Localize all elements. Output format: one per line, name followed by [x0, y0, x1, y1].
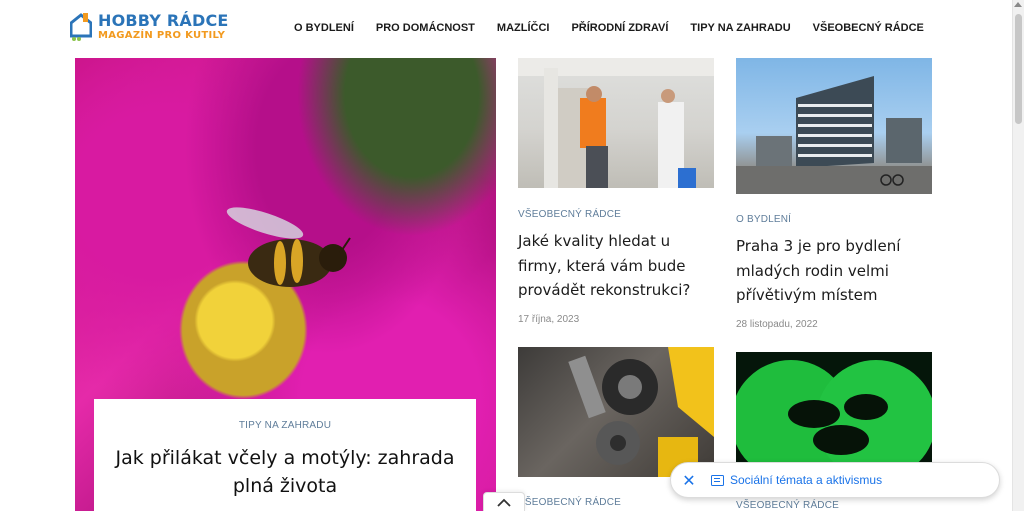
article-icon	[711, 474, 724, 486]
house-logo-icon	[69, 12, 93, 42]
post-title[interactable]: Jaké kvality hledat u firmy, která vám b…	[518, 229, 714, 303]
post-card[interactable]: O BYDLENÍ Praha 3 je pro bydlení mladých…	[736, 58, 932, 330]
site-logo[interactable]: HOBBY RÁDCE MAGAZÍN PRO KUTILY	[69, 11, 229, 42]
post-image-night-vision[interactable]	[736, 352, 932, 479]
chip-label[interactable]: Sociální témata a aktivismus	[730, 473, 882, 487]
bee-illustration	[226, 207, 351, 287]
post-category[interactable]: VŠEOBECNÝ RÁDCE	[518, 497, 714, 508]
main-nav: O BYDLENÍ PRO DOMÁCNOST MAZLÍČCI PŘÍRODN…	[294, 22, 946, 34]
page-scrollbar[interactable]	[1012, 0, 1024, 511]
nav-item-vseobecny-radce[interactable]: VŠEOBECNÝ RÁDCE	[813, 22, 924, 34]
logo-title: HOBBY RÁDCE	[98, 11, 229, 30]
nav-item-pro-domacnost[interactable]: PRO DOMÁCNOST	[376, 22, 475, 34]
site-header: HOBBY RÁDCE MAGAZÍN PRO KUTILY O BYDLENÍ…	[0, 0, 1012, 58]
close-icon[interactable]: ✕	[671, 462, 707, 498]
post-date: 17 října, 2023	[518, 313, 580, 325]
nav-item-tipy-na-zahradu[interactable]: TIPY NA ZAHRADU	[690, 22, 790, 34]
post-date: 28 listopadu, 2022	[736, 318, 818, 330]
hero-category[interactable]: TIPY NA ZAHRADU	[94, 420, 476, 431]
logo-subtitle: MAGAZÍN PRO KUTILY	[98, 30, 226, 41]
nav-item-prirodni-zdravi[interactable]: PŘÍRODNÍ ZDRAVÍ	[571, 22, 668, 34]
scrollbar-thumb[interactable]	[1015, 14, 1022, 124]
scroll-up-arrow-icon[interactable]	[1014, 2, 1022, 7]
post-category[interactable]: O BYDLENÍ	[736, 214, 932, 225]
nav-item-mazlicci[interactable]: MAZLÍČCI	[497, 22, 550, 34]
post-image-workers[interactable]	[518, 58, 714, 188]
hero-card: TIPY NA ZAHRADU Jak přilákat včely a mot…	[94, 399, 476, 511]
nav-item-o-bydleni[interactable]: O BYDLENÍ	[294, 22, 354, 34]
post-image-tools[interactable]	[518, 347, 714, 477]
post-category[interactable]: VŠEOBECNÝ RÁDCE	[518, 209, 714, 220]
post-image-building[interactable]	[736, 58, 932, 194]
chevron-up-icon	[497, 498, 511, 507]
post-category[interactable]: VŠEOBECNÝ RÁDCE	[736, 500, 932, 511]
post-title[interactable]: Praha 3 je pro bydlení mladých rodin vel…	[736, 234, 932, 308]
post-card[interactable]: VŠEOBECNÝ RÁDCE Jaké kvality hledat u fi…	[518, 58, 714, 325]
back-to-top-button[interactable]	[483, 492, 525, 511]
topic-chip[interactable]: ✕ Sociální témata a aktivismus	[670, 462, 1000, 498]
hero-article[interactable]: TIPY NA ZAHRADU Jak přilákat včely a mot…	[75, 58, 496, 511]
hero-title[interactable]: Jak přilákat včely a motýly: zahrada pln…	[94, 444, 476, 500]
